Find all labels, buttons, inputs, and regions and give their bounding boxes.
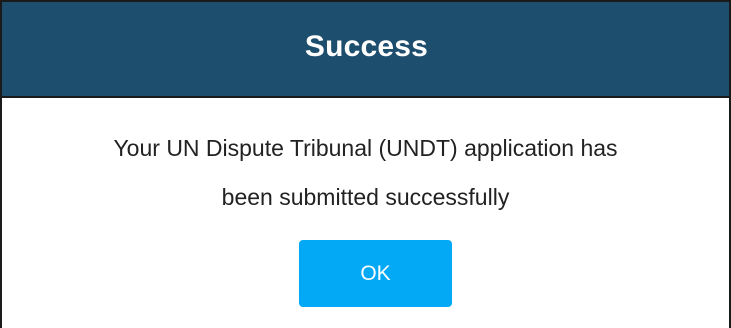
success-dialog: Success Your UN Dispute Tribunal (UNDT) … — [0, 0, 731, 328]
dialog-message: Your UN Dispute Tribunal (UNDT) applicat… — [2, 124, 729, 222]
dialog-header: Success — [2, 2, 729, 98]
dialog-message-line-2: been submitted successfully — [221, 184, 510, 210]
dialog-message-line-1: Your UN Dispute Tribunal (UNDT) applicat… — [113, 135, 618, 161]
ok-button[interactable]: OK — [299, 240, 452, 307]
dialog-title: Success — [304, 30, 429, 63]
